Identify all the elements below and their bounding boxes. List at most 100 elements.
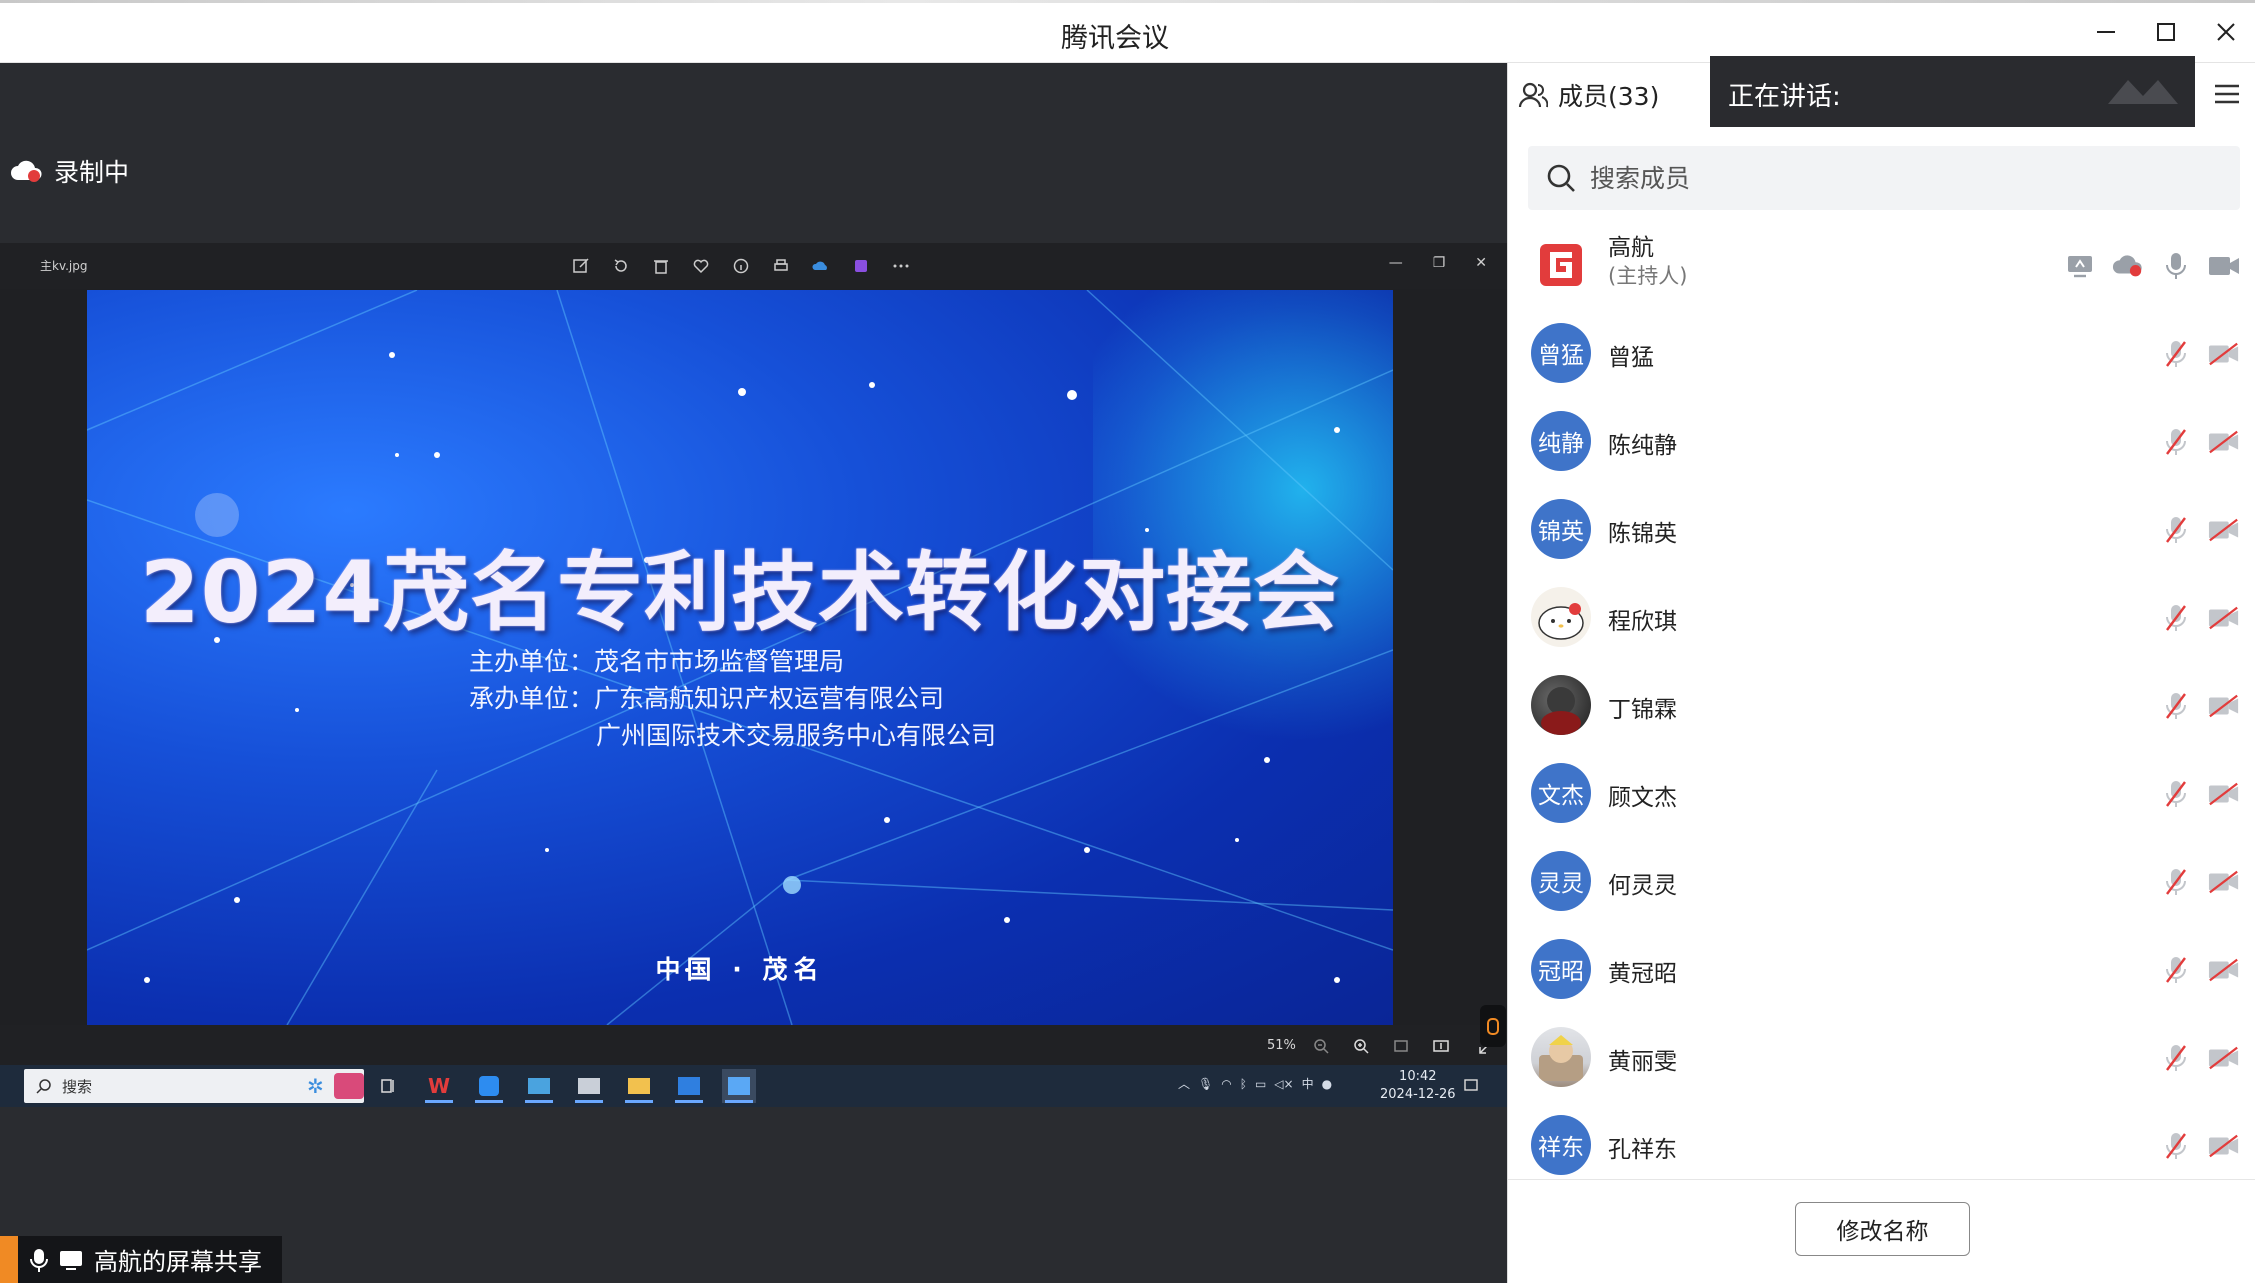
member-row[interactable]: 丁锦霖 bbox=[1508, 666, 2255, 754]
tray-mic-icon[interactable]: 🎙 bbox=[1198, 1077, 1213, 1091]
app-icon bbox=[479, 1076, 499, 1096]
member-search-input[interactable] bbox=[1590, 163, 2190, 193]
taskbar-app-printer[interactable] bbox=[572, 1069, 606, 1103]
camera-off-icon[interactable] bbox=[2208, 602, 2240, 634]
taskbar-search[interactable]: 搜索 ✲ bbox=[24, 1069, 364, 1103]
tray-volume-icon[interactable]: ◁× bbox=[1274, 1077, 1293, 1091]
notification-button[interactable] bbox=[1454, 1069, 1488, 1103]
panel-header: 成员(33) 正在讲话: bbox=[1508, 56, 2255, 127]
rotate-icon[interactable] bbox=[610, 255, 632, 277]
taskbar-app-photos[interactable] bbox=[672, 1069, 706, 1103]
member-avatar: 祥东 bbox=[1531, 1115, 1591, 1175]
screen-share-status: 高航的屏幕共享 bbox=[0, 1236, 282, 1283]
zoom-in-icon[interactable] bbox=[1352, 1037, 1372, 1057]
camera-icon[interactable] bbox=[2208, 250, 2240, 282]
now-speaking-label: 正在讲话: bbox=[1728, 82, 1841, 112]
microphone-muted-icon[interactable] bbox=[2160, 954, 2192, 986]
camera-off-icon[interactable] bbox=[2208, 338, 2240, 370]
taskbar-search-label: 搜索 bbox=[62, 1077, 93, 1096]
edit-icon[interactable] bbox=[570, 255, 592, 277]
more-icon[interactable] bbox=[890, 255, 912, 277]
camera-off-icon[interactable] bbox=[2208, 954, 2240, 986]
screen-share-icon[interactable] bbox=[2064, 250, 2096, 282]
taskbar-clock[interactable]: 10:42 2024-12-26 bbox=[1380, 1068, 1456, 1104]
camera-off-icon[interactable] bbox=[2208, 866, 2240, 898]
viewer-restore-icon[interactable]: ❐ bbox=[1433, 255, 1446, 271]
taskbar-app-explorer[interactable] bbox=[622, 1069, 656, 1103]
tray-bluetooth-icon[interactable]: ᛒ bbox=[1240, 1077, 1247, 1091]
slide-title: 2024茂名专利技术转化对接会 bbox=[139, 543, 1341, 643]
print-icon[interactable] bbox=[770, 255, 792, 277]
microphone-muted-icon[interactable] bbox=[2160, 602, 2192, 634]
member-row[interactable]: 冠昭 黄冠昭 bbox=[1508, 930, 2255, 1018]
camera-off-icon[interactable] bbox=[2208, 1130, 2240, 1162]
info-icon[interactable] bbox=[730, 255, 752, 277]
annotation-handle[interactable] bbox=[1480, 1005, 1506, 1047]
fit-icon[interactable] bbox=[1392, 1037, 1412, 1057]
taskview-button[interactable] bbox=[372, 1069, 406, 1103]
camera-off-icon[interactable] bbox=[2208, 690, 2240, 722]
screen-share-area: 录制中 主kv.jpg — ❐ ✕ 2024茂名专利技术转化对接会 主办单位：茂… bbox=[0, 63, 1507, 1283]
now-speaking-bar: 正在讲话: bbox=[1710, 56, 2195, 127]
microphone-icon[interactable] bbox=[2160, 250, 2192, 282]
tray-chevron-icon[interactable]: ︿ bbox=[1178, 1075, 1190, 1092]
minimize-button[interactable] bbox=[2088, 14, 2124, 50]
clipchamp-icon[interactable] bbox=[850, 255, 872, 277]
tray-wifi-icon[interactable]: ◠ bbox=[1221, 1077, 1231, 1091]
tray-ime[interactable]: 中 bbox=[1302, 1075, 1314, 1092]
member-row[interactable]: 黄丽雯 bbox=[1508, 1018, 2255, 1106]
viewer-close-icon[interactable]: ✕ bbox=[1475, 255, 1487, 271]
viewer-filename: 主kv.jpg bbox=[40, 259, 88, 273]
microphone-muted-icon[interactable] bbox=[2160, 778, 2192, 810]
camera-off-icon[interactable] bbox=[2208, 1042, 2240, 1074]
member-avatar bbox=[1531, 1027, 1591, 1087]
bing-widget-icon bbox=[333, 1073, 364, 1099]
tray-battery-icon[interactable]: ▭ bbox=[1255, 1077, 1266, 1091]
maximize-button[interactable] bbox=[2148, 14, 2184, 50]
member-row[interactable]: 锦英 陈锦英 bbox=[1508, 490, 2255, 578]
close-icon bbox=[2217, 23, 2235, 41]
camera-off-icon[interactable] bbox=[2208, 778, 2240, 810]
taskbar-app-meeting[interactable] bbox=[722, 1069, 756, 1103]
delete-icon[interactable] bbox=[650, 255, 672, 277]
microphone-muted-icon[interactable] bbox=[2160, 690, 2192, 722]
member-name: 何灵灵 bbox=[1608, 873, 1677, 899]
members-tab[interactable]: 成员(33) bbox=[1518, 77, 1659, 113]
cloud-record-icon[interactable] bbox=[2112, 250, 2144, 282]
microphone-muted-icon[interactable] bbox=[2160, 426, 2192, 458]
viewer-minimize-icon[interactable]: — bbox=[1389, 255, 1403, 271]
recording-badge[interactable]: 录制中 bbox=[10, 153, 129, 189]
microphone-muted-icon[interactable] bbox=[2160, 866, 2192, 898]
panel-menu-button[interactable] bbox=[2210, 77, 2244, 111]
title-bar: 腾讯会议 bbox=[0, 0, 2255, 63]
microphone-muted-icon[interactable] bbox=[2160, 1042, 2192, 1074]
taskbar-app-wps[interactable]: W bbox=[422, 1069, 456, 1103]
favorite-icon[interactable] bbox=[690, 255, 712, 277]
taskbar-app-feishu[interactable] bbox=[472, 1069, 506, 1103]
member-row[interactable]: 灵灵 何灵灵 bbox=[1508, 842, 2255, 930]
zoom-out-icon[interactable] bbox=[1312, 1037, 1332, 1057]
member-status-icons bbox=[2064, 250, 2240, 282]
taskbar-app-mail[interactable] bbox=[522, 1069, 556, 1103]
cloud-record-icon bbox=[11, 160, 42, 182]
member-row[interactable]: 文杰 顾文杰 bbox=[1508, 754, 2255, 842]
member-row[interactable]: 纯静 陈纯静 bbox=[1508, 402, 2255, 490]
member-name: 黄冠昭 bbox=[1608, 961, 1677, 987]
microphone-muted-icon[interactable] bbox=[2160, 514, 2192, 546]
member-row[interactable]: 曾猛 曾猛 bbox=[1508, 314, 2255, 402]
camera-off-icon[interactable] bbox=[2208, 426, 2240, 458]
camera-off-icon[interactable] bbox=[2208, 514, 2240, 546]
actual-size-icon[interactable] bbox=[1432, 1037, 1452, 1057]
member-status-icons bbox=[2160, 778, 2240, 810]
close-button[interactable] bbox=[2208, 14, 2244, 50]
slide-location: 中国 · 茂名 bbox=[655, 955, 825, 984]
maximize-icon bbox=[2157, 23, 2175, 41]
tray-security-icon[interactable]: ● bbox=[1322, 1077, 1332, 1091]
rename-button[interactable]: 修改名称 bbox=[1795, 1202, 1970, 1256]
member-row[interactable]: 高航 (主持人) bbox=[1508, 226, 2255, 314]
microphone-muted-icon[interactable] bbox=[2160, 1130, 2192, 1162]
member-avatar: 锦英 bbox=[1531, 499, 1591, 559]
onedrive-icon[interactable] bbox=[810, 255, 832, 277]
member-row[interactable]: 程欣琪 bbox=[1508, 578, 2255, 666]
microphone-muted-icon[interactable] bbox=[2160, 338, 2192, 370]
